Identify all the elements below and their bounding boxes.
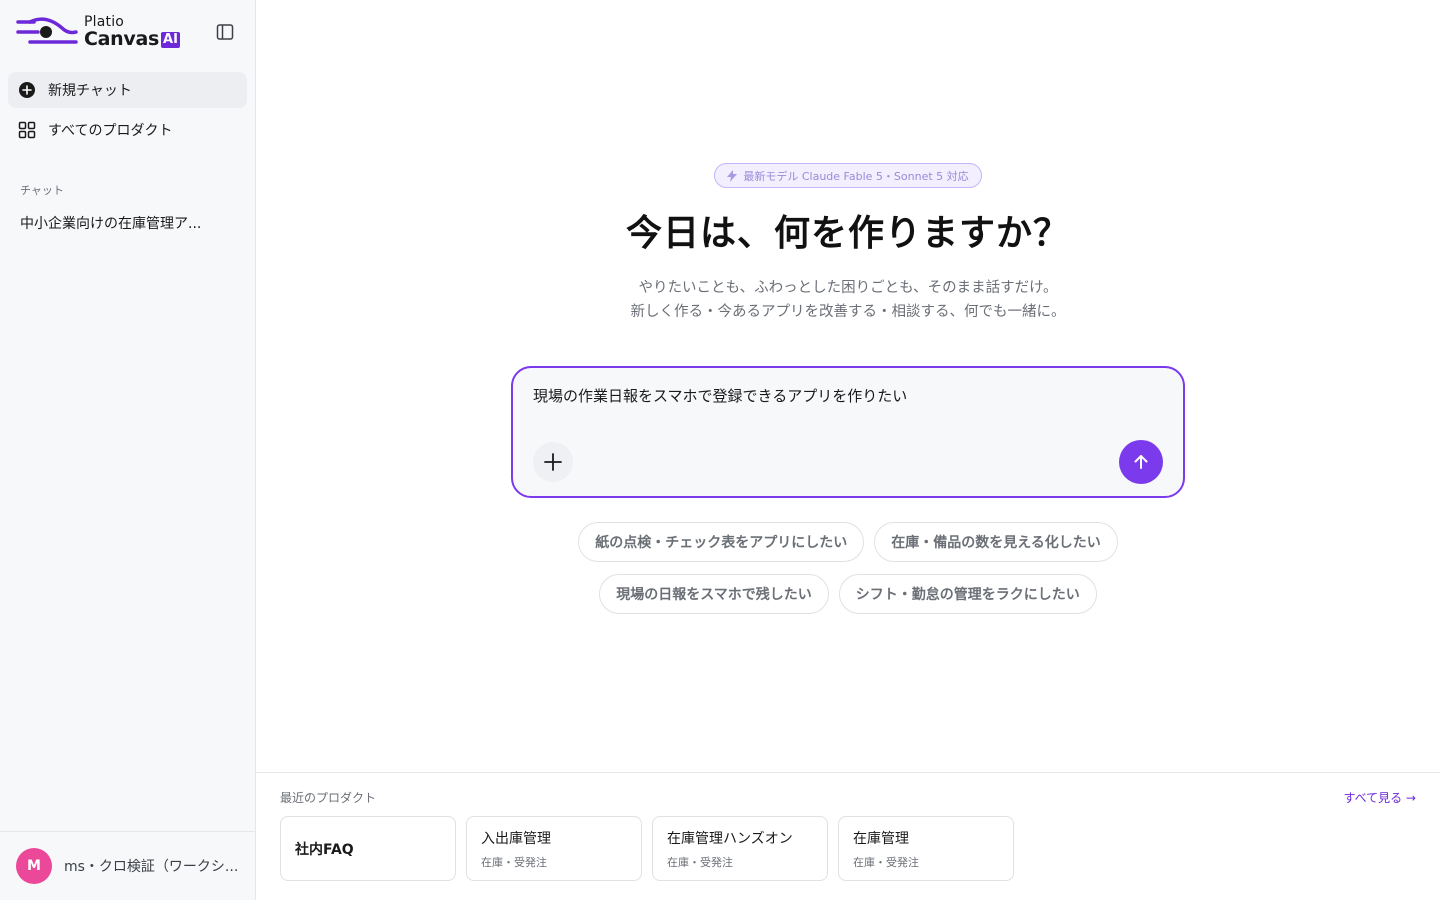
logo-top-text: Platio — [84, 14, 125, 30]
chat-section-label: チャット — [20, 184, 64, 197]
plus-circle-icon — [18, 81, 36, 99]
user-account-bar[interactable]: M ms・クロ検証（ワークシ... — [0, 831, 255, 900]
model-badge: 最新モデル Claude Fable 5・Sonnet 5 対応 — [714, 163, 982, 188]
sidebar-item-all-products[interactable]: すべてのプロダクト — [8, 112, 247, 148]
brand-header: Platio Canvas AI — [0, 0, 255, 64]
sidebar-toggle-icon — [216, 24, 234, 40]
grid-icon — [18, 121, 36, 139]
recent-products-header: 最近のプロダクト すべて見る → — [280, 789, 1416, 806]
main-content: 最新モデル Claude Fable 5・Sonnet 5 対応 今日は、何を作… — [256, 0, 1440, 900]
app-root: Platio Canvas AI 新規チャット すべてのプロダクト チャット 中… — [0, 0, 1440, 900]
product-card-title: 入出庫管理 — [481, 830, 551, 847]
sidebar-toggle-button[interactable] — [215, 22, 235, 42]
product-card[interactable]: 在庫管理 在庫・受発注 — [838, 816, 1014, 881]
sidebar-item-label: すべてのプロダクト — [48, 123, 173, 139]
suggestions: 紙の点検・チェック表をアプリにしたい 在庫・備品の数を見える化したい 現場の日報… — [578, 522, 1118, 614]
logo-bottom-text: Canvas AI — [84, 30, 180, 49]
subtitle-line-1: やりたいことも、ふわっとした困りごとも、そのまま話すだけ。 — [638, 280, 1058, 296]
product-card-title: 在庫管理 — [853, 830, 909, 847]
platio-logo-icon — [16, 17, 78, 44]
subtitle-line-2: 新しく作る・今あるアプリを改善する・相談する、何でも一緒に。 — [630, 304, 1066, 320]
suggestion-row: 現場の日報をスマホで残したい シフト・勤怠の管理をラクにしたい — [599, 574, 1097, 614]
send-button[interactable] — [1119, 440, 1163, 484]
product-card-title: 在庫管理ハンズオン — [667, 830, 793, 847]
product-card[interactable]: 入出庫管理 在庫・受発注 — [466, 816, 642, 881]
suggestion-chip[interactable]: 現場の日報をスマホで残したい — [599, 574, 829, 614]
sidebar-item-new-chat[interactable]: 新規チャット — [8, 72, 247, 108]
suggestion-chip[interactable]: 在庫・備品の数を見える化したい — [874, 522, 1118, 562]
product-card[interactable]: 在庫管理ハンズオン 在庫・受発注 — [652, 816, 828, 881]
model-badge-text: 最新モデル Claude Fable 5・Sonnet 5 対応 — [743, 169, 969, 183]
sidebar-nav: 新規チャット すべてのプロダクト — [0, 64, 255, 152]
prompt-box — [511, 366, 1185, 498]
arrow-up-icon — [1134, 455, 1148, 469]
recent-products: 最近のプロダクト すべて見る → 社内FAQ 入出庫管理 在庫・受発注 在庫管理… — [256, 772, 1440, 900]
prompt-input[interactable] — [533, 386, 1163, 404]
sidebar-item-label: 新規チャット — [48, 83, 132, 99]
product-card-category: 在庫・受発注 — [853, 855, 919, 869]
product-card-category: 在庫・受発注 — [667, 855, 733, 869]
product-cards: 社内FAQ 入出庫管理 在庫・受発注 在庫管理ハンズオン 在庫・受発注 在庫管理… — [280, 816, 1416, 881]
see-all-link[interactable]: すべて見る → — [1343, 789, 1416, 806]
attach-button[interactable] — [533, 442, 573, 482]
page-title: 今日は、何を作りますか？ — [625, 213, 1070, 254]
chat-history-item[interactable]: 中小企業向けの在庫管理ア... — [8, 212, 247, 236]
logo-text: Platio Canvas AI — [84, 15, 180, 49]
product-card-category: 在庫・受発注 — [481, 855, 547, 869]
recent-products-title: 最近のプロダクト — [280, 791, 377, 805]
plus-icon — [544, 453, 562, 471]
suggestion-row: 紙の点検・チェック表をアプリにしたい 在庫・備品の数を見える化したい — [578, 522, 1118, 562]
avatar: M — [16, 848, 52, 884]
page-subtitle: やりたいことも、ふわっとした困りごとも、そのまま話すだけ。 新しく作る・今あるア… — [631, 276, 1066, 324]
logo[interactable]: Platio Canvas AI — [16, 15, 180, 49]
sidebar: Platio Canvas AI 新規チャット すべてのプロダクト チャット 中… — [0, 0, 256, 900]
suggestion-chip[interactable]: シフト・勤怠の管理をラクにしたい — [838, 574, 1097, 614]
suggestion-chip[interactable]: 紙の点検・チェック表をアプリにしたい — [578, 522, 865, 562]
logo-ai-badge: AI — [161, 31, 180, 48]
product-card-title: 社内FAQ — [295, 841, 354, 858]
product-card[interactable]: 社内FAQ — [280, 816, 456, 881]
user-name: ms・クロ検証（ワークシ... — [64, 859, 239, 875]
logo-canvas-text: Canvas — [84, 28, 160, 50]
hero: 最新モデル Claude Fable 5・Sonnet 5 対応 今日は、何を作… — [256, 163, 1440, 614]
lightning-icon — [727, 169, 738, 182]
